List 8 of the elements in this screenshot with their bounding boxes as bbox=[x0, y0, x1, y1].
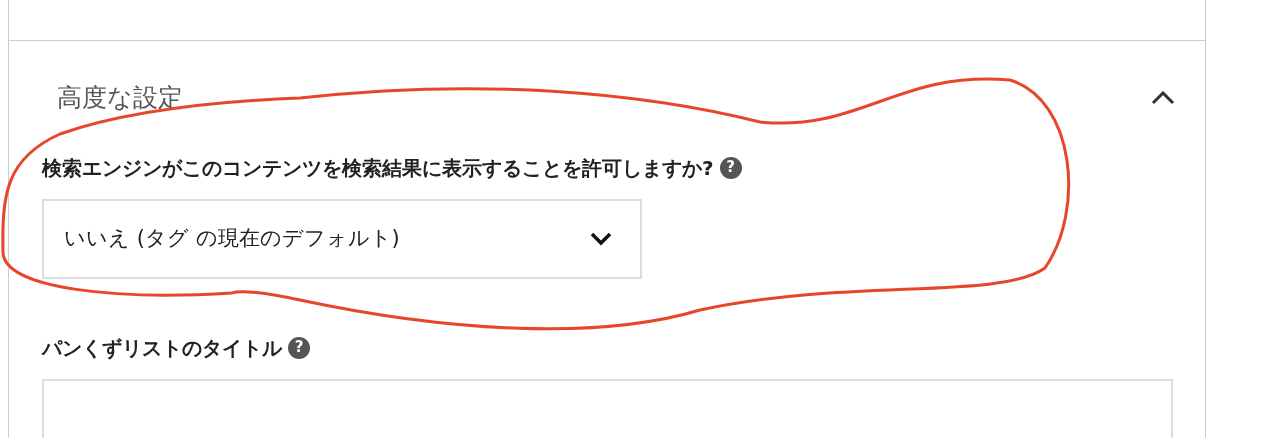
field-label: 検索エンジンがこのコンテンツを検索結果に表示することを許可しますか? bbox=[42, 154, 714, 182]
input-field[interactable] bbox=[42, 378, 1173, 438]
chevron-down-icon bbox=[590, 231, 612, 246]
chevron-up-icon[interactable] bbox=[1151, 90, 1175, 105]
dropdown[interactable]: いいえ (タグ の現在のデフォルト) bbox=[42, 198, 642, 279]
help-icon[interactable]: ? bbox=[288, 336, 310, 359]
help-icon[interactable]: ? bbox=[719, 156, 742, 179]
field-label: パンくずリストのタイトル bbox=[42, 334, 282, 362]
